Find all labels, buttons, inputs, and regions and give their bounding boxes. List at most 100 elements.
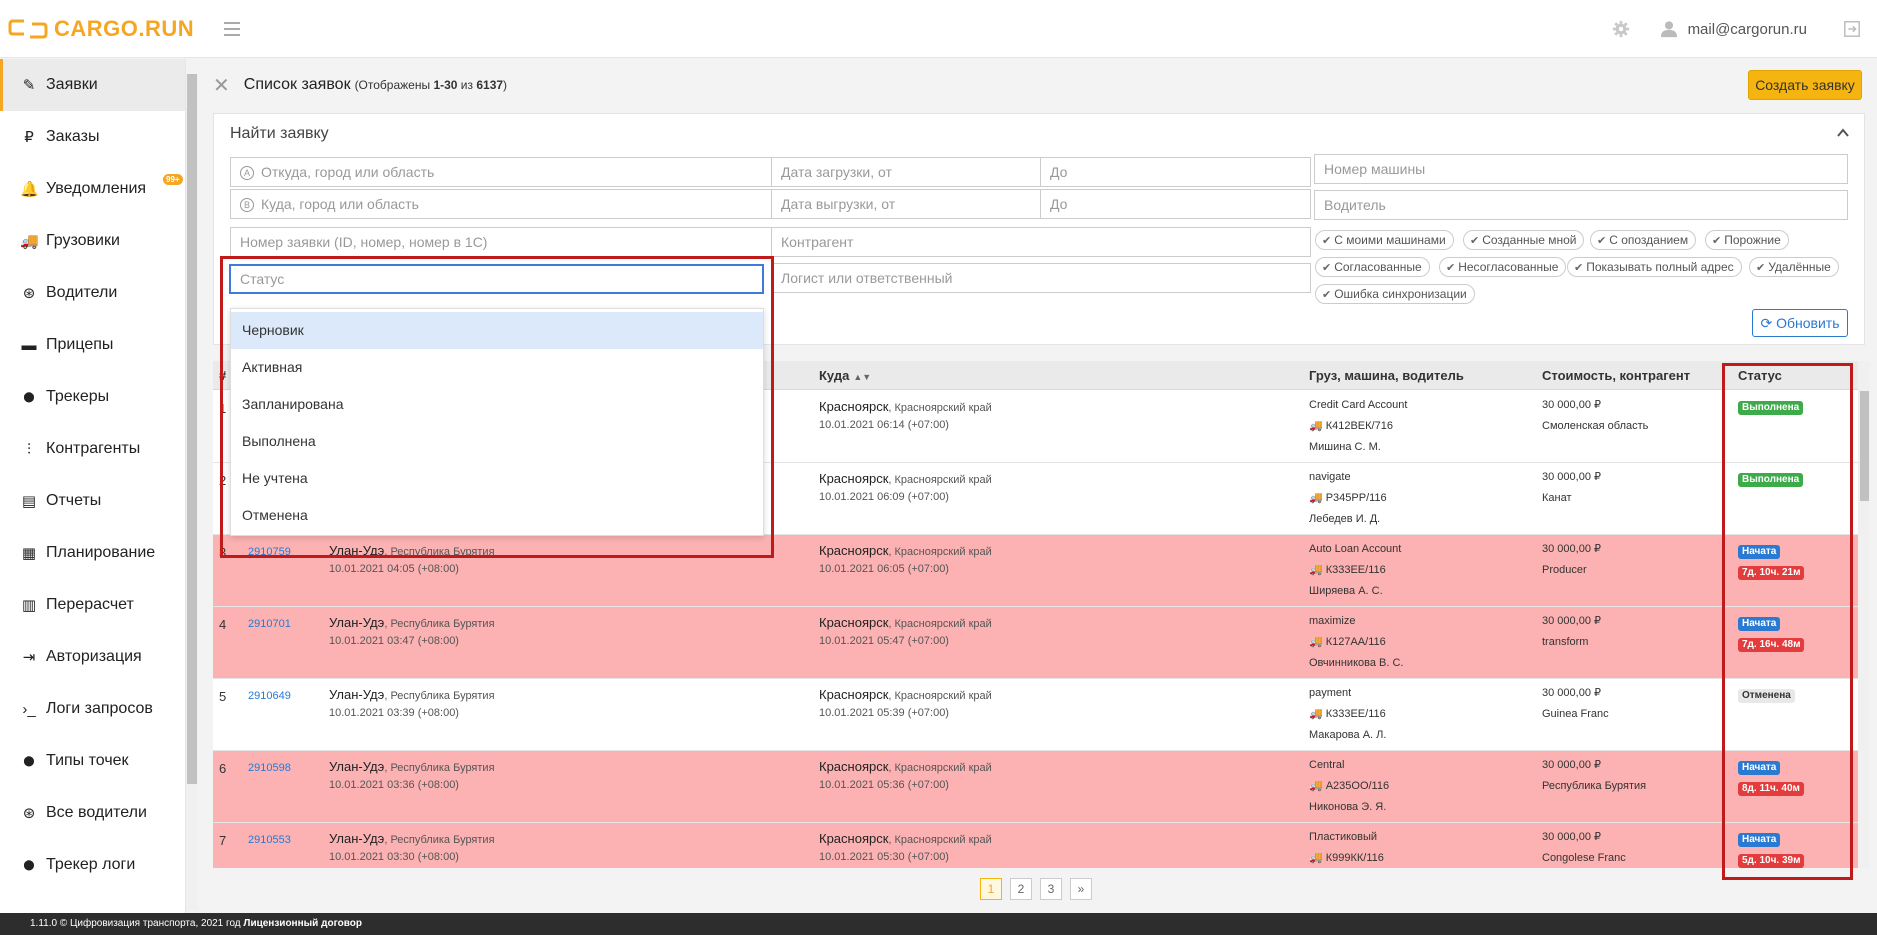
to-input[interactable]: B Куда, город или область [230, 189, 777, 219]
status-option[interactable]: Запланирована [231, 386, 763, 423]
chip-my-trucks[interactable]: ✔ С моими машинами [1315, 230, 1454, 250]
load-date-to-input[interactable]: До [1040, 157, 1311, 187]
unload-date-from-input[interactable]: Дата выгрузки, от [771, 189, 1041, 219]
status-input[interactable]: Статус [229, 264, 764, 294]
status-option[interactable]: Не учтена [231, 460, 763, 497]
cargo-cell: Credit Card Account 🚚 К412ВЕК/716 Мишина С.… [1309, 395, 1407, 458]
license-link[interactable]: Лицензионный договор [243, 918, 362, 929]
sidebar-item-14[interactable]: ⊛ Все водители [0, 787, 185, 839]
sidebar-item-7[interactable]: ⫶ Контрагенты [0, 423, 185, 475]
from-location: Улан-Удэ, Республика Бурятия [329, 543, 495, 558]
user-email[interactable]: mail@cargorun.ru [1688, 21, 1807, 38]
truck-number-input[interactable]: Номер машины [1314, 154, 1848, 184]
truck-icon: 🚚 [1309, 420, 1323, 432]
to-date: 10.01.2021 06:05 (+07:00) [819, 563, 949, 575]
sidebar-item-4[interactable]: ⊛ Водители [0, 267, 185, 319]
sidebar-item-11[interactable]: ⇥ Авторизация [0, 631, 185, 683]
order-number-input[interactable]: Номер заявки (ID, номер, номер в 1С) [230, 227, 777, 257]
cost-value: 30 000,00 ₽ [1542, 615, 1601, 627]
chip-late[interactable]: ✔ С опозданием [1590, 230, 1697, 250]
logout-icon[interactable] [1843, 20, 1861, 38]
sidebar-item-2[interactable]: 🔔 Уведомления 99+ [0, 163, 185, 215]
sidebar-scrollbar[interactable] [186, 74, 198, 910]
driver-input[interactable]: Водитель [1314, 190, 1848, 220]
menu-toggle-icon[interactable] [224, 21, 241, 36]
check-icon: ✔ [1756, 262, 1766, 274]
cargo-cell: maximize 🚚 К127АА/116 Овчинникова В. С. [1309, 611, 1403, 674]
sidebar-item-12[interactable]: ›_ Логи запросов [0, 683, 185, 735]
sidebar-item-13[interactable]: ⬤ Типы точек [0, 735, 185, 787]
status-cell: Выполнена [1738, 399, 1804, 415]
truck-icon: 🚚 [1309, 492, 1323, 504]
contractor-input[interactable]: Контрагент [771, 227, 1311, 257]
sidebar-item-10[interactable]: ▥ Перерасчет [0, 579, 185, 631]
gear-icon[interactable] [1612, 20, 1630, 38]
page-button[interactable]: 3 [1040, 878, 1062, 900]
logist-input[interactable]: Логист или ответственный [771, 263, 1311, 293]
to-cell: Красноярск, Красноярский край 10.01.2021 … [819, 543, 992, 575]
order-id-link[interactable]: 2910598 [248, 762, 291, 774]
chip-not-agreed[interactable]: ✔ Несогласованные [1439, 257, 1567, 277]
delay-badge: 8д. 11ч. 40м [1738, 782, 1804, 796]
from-input[interactable]: A Откуда, город или область [230, 157, 777, 187]
sidebar-item-label: Все водители [46, 804, 147, 821]
unload-date-to-input[interactable]: До [1040, 189, 1311, 219]
cargo-name: maximize [1309, 615, 1356, 627]
refresh-button[interactable]: ⟳ Обновить [1752, 309, 1848, 337]
table-row[interactable]: 3 2910759 Улан-Удэ, Республика Бурятия 10.0… [213, 535, 1865, 607]
ruble-icon: ₽ [24, 129, 34, 146]
table-row[interactable]: 4 2910701 Улан-Удэ, Республика Бурятия 10.0… [213, 607, 1865, 679]
table-row[interactable]: 7 2910553 Улан-Удэ, Республика Бурятия 10.0… [213, 823, 1865, 868]
order-id-link[interactable]: 2910759 [248, 546, 291, 558]
cargo-name: Auto Loan Account [1309, 543, 1402, 555]
chip-empty[interactable]: ✔ Порожние [1705, 230, 1789, 250]
truck-number: А235ОО/116 [1325, 780, 1390, 792]
status-option[interactable]: Отменена [231, 497, 763, 534]
table-row[interactable]: 6 2910598 Улан-Удэ, Республика Бурятия 10.0… [213, 751, 1865, 823]
table-scroll-thumb[interactable] [1860, 391, 1869, 501]
sidebar-scroll-thumb[interactable] [187, 74, 197, 784]
cargo-name: payment [1309, 687, 1352, 699]
col-to[interactable]: Куда ▲▼ [819, 368, 871, 383]
status-option[interactable]: Активная [231, 349, 763, 386]
cost-cell: 30 000,00 ₽ Смоленская область [1542, 395, 1648, 437]
chip-created-by-me[interactable]: ✔ Созданные мной [1463, 230, 1585, 250]
sidebar-item-15[interactable]: ⬤ Трекер логи [0, 839, 185, 891]
chip-full-address[interactable]: ✔ Показывать полный адрес [1567, 257, 1742, 277]
logo[interactable]: CARGO.RUN [8, 16, 194, 42]
sidebar-item-0[interactable]: ✎ Заявки [0, 59, 185, 111]
sidebar-item-8[interactable]: ▤ Отчеты [0, 475, 185, 527]
next-page-button[interactable]: » [1070, 878, 1092, 900]
from-region: , Республика Бурятия [384, 690, 495, 702]
create-order-button[interactable]: Создать заявку [1748, 70, 1862, 100]
row-number: 4 [219, 617, 227, 632]
chip-sync-error[interactable]: ✔ Ошибка синхронизации [1315, 284, 1475, 304]
to-region: , Красноярский край [888, 402, 992, 414]
sidebar-item-9[interactable]: ▦ Планирование [0, 527, 185, 579]
from-cell: Улан-Удэ, Республика Бурятия 10.01.2021 0… [329, 831, 495, 863]
sort-icon: ▲▼ [853, 372, 872, 382]
table-row[interactable]: 5 2910649 Улан-Удэ, Республика Бурятия 10.0… [213, 679, 1865, 751]
close-icon[interactable]: ✕ [213, 73, 230, 98]
status-option[interactable]: Выполнена [231, 423, 763, 460]
order-id-link[interactable]: 2910649 [248, 690, 291, 702]
to-cell: Красноярск, Красноярский край 10.01.2021 … [819, 687, 992, 719]
load-date-from-input[interactable]: Дата загрузки, от [771, 157, 1041, 187]
page-button[interactable]: 2 [1010, 878, 1032, 900]
cost-cell: 30 000,00 ₽ Канат [1542, 467, 1601, 509]
sidebar-item-5[interactable]: ▬ Прицепы [0, 319, 185, 371]
page-button[interactable]: 1 [980, 878, 1002, 900]
status-option[interactable]: Черновик [231, 312, 763, 349]
to-location: Красноярск, Красноярский край [819, 471, 992, 486]
order-id-link[interactable]: 2910701 [248, 618, 291, 630]
order-id-link[interactable]: 2910553 [248, 834, 291, 846]
from-region: , Республика Бурятия [384, 762, 495, 774]
table-scrollbar[interactable] [1858, 361, 1870, 868]
chip-agreed[interactable]: ✔ Согласованные [1315, 257, 1430, 277]
chevron-up-icon[interactable] [1836, 126, 1850, 140]
sidebar-item-1[interactable]: ₽ Заказы [0, 111, 185, 163]
chip-deleted[interactable]: ✔ Удалённые [1749, 257, 1839, 277]
sidebar-item-3[interactable]: 🚚 Грузовики [0, 215, 185, 267]
status-badge: Выполнена [1738, 473, 1804, 487]
sidebar-item-6[interactable]: ⬤ Трекеры [0, 371, 185, 423]
